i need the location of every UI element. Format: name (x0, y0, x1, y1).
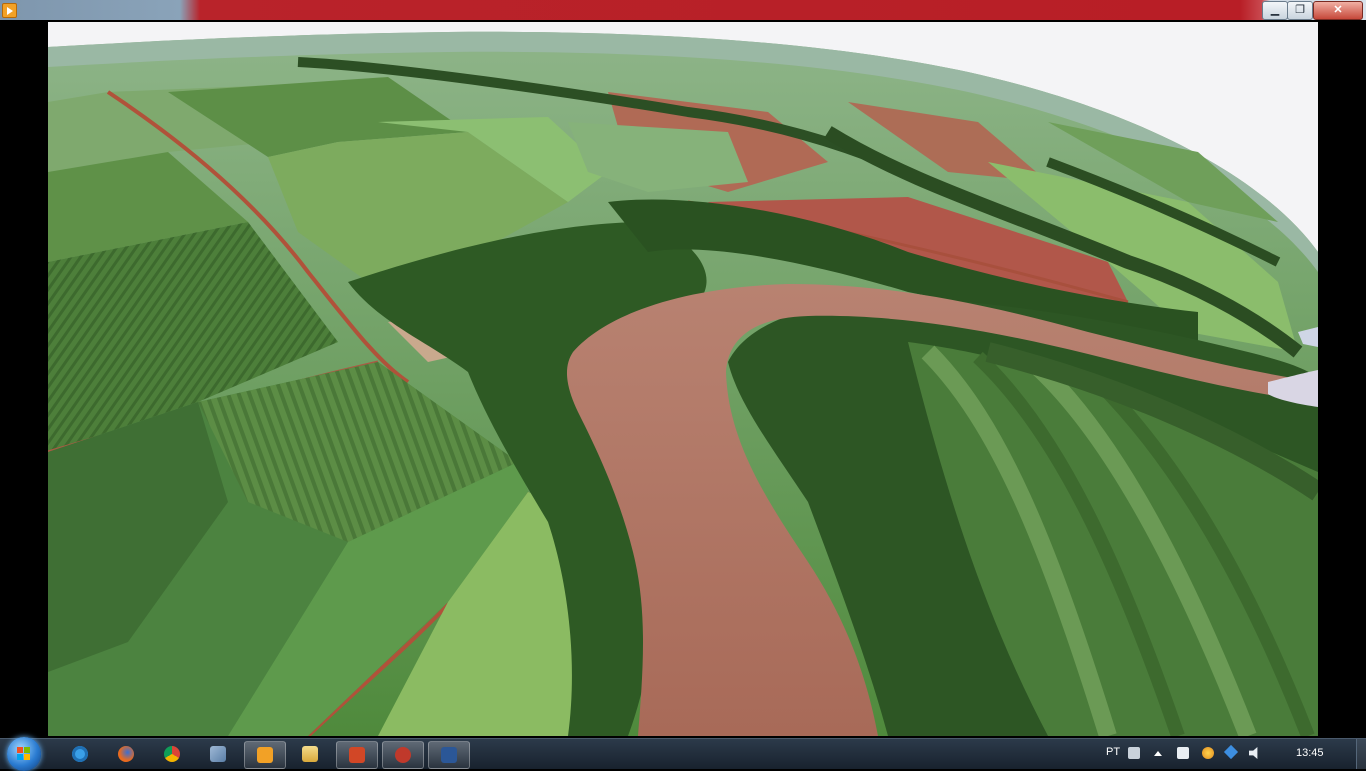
aerial-photo (48, 22, 1318, 736)
window-title-bar: ▁ ❐ ✕ (0, 0, 1366, 20)
start-button[interactable] (7, 737, 41, 771)
media-player-icon (257, 747, 273, 763)
paint-tool-icon[interactable] (198, 741, 238, 767)
action-center-icon[interactable] (1177, 747, 1189, 759)
windows-logo-icon (17, 747, 31, 761)
powerpoint-taskbar-button[interactable] (336, 741, 378, 769)
language-indicator[interactable]: PT (1106, 746, 1120, 758)
volume-icon[interactable] (1249, 747, 1258, 759)
internet-explorer-icon[interactable] (60, 741, 100, 767)
show-hidden-icons-chevron-icon[interactable] (1154, 751, 1162, 756)
media-player-icon[interactable] (2, 3, 17, 18)
close-button[interactable]: ✕ (1313, 1, 1363, 20)
show-desktop-button[interactable] (1356, 739, 1366, 769)
word-taskbar-button[interactable] (428, 741, 470, 769)
chrome-icon[interactable] (152, 741, 192, 767)
firefox-icon[interactable] (106, 741, 146, 767)
clock-time[interactable]: 13:45 (1296, 747, 1324, 759)
dropbox-icon[interactable] (1223, 744, 1239, 760)
media-player-taskbar-button[interactable] (244, 741, 286, 769)
powerpoint-icon (349, 747, 365, 763)
keyboard-icon[interactable] (1128, 747, 1140, 759)
app-sw-taskbar-button[interactable] (382, 741, 424, 769)
network-icon[interactable] (1202, 747, 1214, 759)
file-explorer-icon[interactable] (290, 741, 330, 767)
word-icon (441, 747, 457, 763)
app-sw-icon (395, 747, 411, 763)
taskbar: PT 13:45 (0, 737, 1366, 771)
photo-viewport (48, 22, 1318, 736)
maximize-button[interactable]: ❐ (1287, 1, 1313, 20)
minimize-button[interactable]: ▁ (1262, 1, 1288, 20)
